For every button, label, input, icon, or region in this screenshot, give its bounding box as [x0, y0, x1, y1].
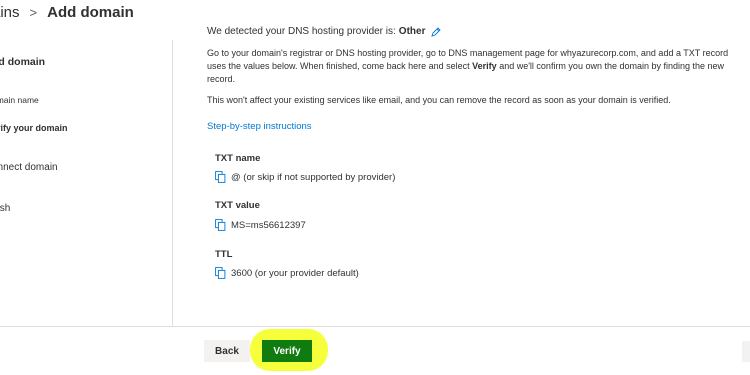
ttl-label: TTL: [215, 249, 233, 260]
copy-icon[interactable]: [215, 267, 226, 279]
verify-button[interactable]: Verify: [262, 340, 312, 362]
breadcrumb-domains-link[interactable]: ains: [0, 4, 20, 21]
instructions-line2-post: and we'll confirm you own the domain by …: [496, 61, 725, 71]
copy-icon[interactable]: [215, 171, 226, 183]
breadcrumb: ains > Add domain: [0, 0, 134, 24]
ttl-value: 3600 (or your provider default): [231, 267, 359, 279]
provider-name: Other: [398, 26, 426, 37]
note-text: This won't affect your existing services…: [207, 95, 671, 105]
txt-value-value: MS=ms56612397: [231, 219, 306, 231]
dns-provider-line: We detected your DNS hosting provider is…: [207, 26, 442, 37]
step-domain-name[interactable]: omain name: [0, 95, 39, 105]
instructions-line3: record.: [207, 74, 236, 84]
instructions-verify-word: Verify: [472, 61, 497, 71]
txt-value-row: MS=ms56612397: [215, 219, 306, 231]
back-button[interactable]: Back: [204, 340, 250, 362]
page-title: Add domain: [47, 3, 134, 21]
secondary-button-edge[interactable]: [742, 341, 750, 362]
wizard-sidebar: dd domain omain name erify your domain o…: [0, 40, 172, 326]
footer-divider: [0, 326, 750, 327]
copy-icon[interactable]: [215, 219, 226, 231]
txt-name-value: @ (or skip if not supported by provider): [231, 171, 396, 183]
instructions-line2-pre: uses the values below. When finished, co…: [207, 61, 473, 71]
txt-name-label: TXT name: [215, 153, 261, 164]
txt-value-label: TXT value: [215, 200, 260, 211]
provider-prefix: We detected your DNS hosting provider is…: [207, 26, 396, 37]
ttl-row: 3600 (or your provider default): [215, 267, 359, 279]
step-connect-domain: onnect domain: [0, 162, 58, 173]
step-by-step-link[interactable]: Step-by-step instructions: [207, 121, 312, 132]
step-finish: nish: [0, 203, 11, 214]
txt-name-row: @ (or skip if not supported by provider): [215, 171, 395, 183]
instructions-line1: Go to your domain's registrar or DNS hos…: [207, 48, 729, 58]
wizard-title: dd domain: [0, 56, 46, 68]
step-verify-domain[interactable]: erify your domain: [0, 123, 68, 133]
pencil-icon[interactable]: [431, 26, 442, 37]
sidebar-divider: [172, 40, 173, 326]
breadcrumb-separator: >: [29, 4, 38, 20]
instructions-text: Go to your domain's registrar or DNS hos…: [207, 47, 750, 86]
